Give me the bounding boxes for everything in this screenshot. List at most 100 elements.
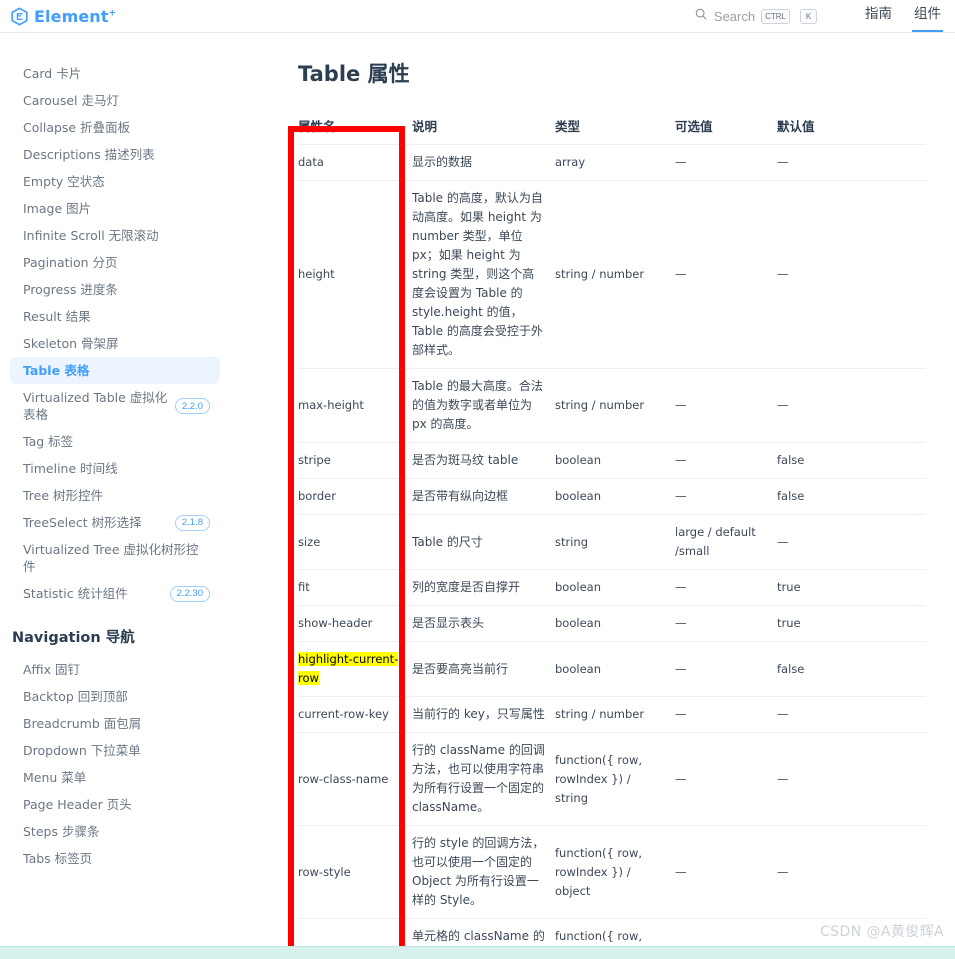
sidebar-nav-item-1[interactable]: Backtop 回到顶部 [10,683,220,710]
sidebar-item-label: Progress 进度条 [23,282,118,297]
cell-options: — [675,368,777,443]
cell-default: — [777,825,926,919]
table-row: stripe 是否为斑马纹 table boolean — false [298,442,926,479]
cell-description: 行的 className 的回调方法，也可以使用字符串为所有行设置一个固定的 c… [412,732,555,826]
sidebar-item-label: Infinite Scroll 无限滚动 [23,228,159,243]
cell-attr-name: stripe [298,442,412,479]
sidebar-item-0[interactable]: Card 卡片 [10,60,220,87]
table-row: height Table 的高度，默认为自动高度。如果 height 为 numb… [298,180,926,369]
nav-link-components[interactable]: 组件 [912,2,943,32]
header-right-cluster: Search CTRL K 指南 组件 [694,2,943,32]
brand-logo[interactable]: Element+ [10,7,116,26]
sidebar-item-1[interactable]: Carousel 走马灯 [10,87,220,114]
sidebar-nav-item-7[interactable]: Tabs 标签页 [10,845,220,872]
page-root: Element+ Search CTRL K 指南 组件 Card 卡片 Caro… [0,0,955,959]
cell-default: — [777,696,926,733]
sidebar-item-2[interactable]: Collapse 折叠面板 [10,114,220,141]
element-hexagon-logo-icon [10,6,29,26]
cell-description: Table 的尺寸 [412,514,555,570]
table-row: highlight-current-row 是否要高亮当前行 boolean — fal… [298,641,926,697]
cell-description: 是否要高亮当前行 [412,641,555,697]
sidebar-item-label: Skeleton 骨架屏 [23,336,119,351]
search-icon [694,7,708,26]
sidebar-item-8[interactable]: Progress 进度条 [10,276,220,303]
sidebar-item-13[interactable]: Tag 标签 [10,428,220,455]
nav-link-guide[interactable]: 指南 [865,2,892,31]
cell-type: string [555,514,675,570]
cell-default: true [777,605,926,642]
sidebar-item-label: TreeSelect 树形选择 [23,515,142,530]
sidebar-item-17[interactable]: Virtualized Tree 虚拟化树形控件 [10,536,220,580]
sidebar-item-18[interactable]: Statistic 统计组件 2.2.30 [10,580,220,607]
table-row: row-style 行的 style 的回调方法，也可以使用一个固定的 Objec… [298,825,926,919]
sidebar-item-label: Breadcrumb 面包屑 [23,716,142,731]
sidebar-item-6[interactable]: Infinite Scroll 无限滚动 [10,222,220,249]
sidebar-nav-item-4[interactable]: Menu 菜单 [10,764,220,791]
sidebar-nav[interactable]: Card 卡片 Carousel 走马灯 Collapse 折叠面板 Descript… [0,34,232,946]
cell-description: 单元格的 className 的回调方法，也可以使用字符串为所有单元格设置一个固… [412,918,555,946]
sidebar-item-11[interactable]: Table 表格 [10,357,220,384]
search-button[interactable]: Search CTRL K [694,7,817,26]
sidebar-nav-item-0[interactable]: Affix 固钉 [10,656,220,683]
csdn-watermark: CSDN @A黄俊辉A [820,924,944,940]
cell-description: 是否带有纵向边框 [412,478,555,515]
table-head: 属性名 说明 类型 可选值 默认值 [298,116,926,145]
sidebar-nav-item-6[interactable]: Steps 步骤条 [10,818,220,845]
cell-options: — [675,641,777,697]
sidebar-item-label: Backtop 回到顶部 [23,689,128,704]
sidebar-item-15[interactable]: Tree 树形控件 [10,482,220,509]
cell-default: false [777,478,926,515]
sidebar-item-label: Statistic 统计组件 [23,586,128,601]
sidebar-item-14[interactable]: Timeline 时间线 [10,455,220,482]
page-title: Table 属性 [298,62,410,86]
cell-options: — [675,144,777,181]
column-header-type: 类型 [555,116,675,145]
cell-description: Table 的最大高度。合法的值为数字或者单位为 px 的高度。 [412,368,555,443]
cell-attr-name: row-class-name [298,732,412,826]
sidebar-item-label: Result 结果 [23,309,91,324]
sidebar-item-12[interactable]: Virtualized Table 虚拟化表格 2.2.0 [10,384,220,428]
cell-options: — [675,825,777,919]
shortcut-key-k: K [800,8,817,24]
sidebar-nav-item-3[interactable]: Dropdown 下拉菜单 [10,737,220,764]
cell-attr-name: row-style [298,825,412,919]
sidebar-nav-item-5[interactable]: Page Header 页头 [10,791,220,818]
brand-name-text: Element [34,6,109,26]
cell-type: boolean [555,478,675,515]
cell-options: — [675,180,777,369]
sidebar-nav-item-2[interactable]: Breadcrumb 面包屑 [10,710,220,737]
version-badge: 2.2.30 [169,585,210,602]
sidebar-item-label: Page Header 页头 [23,797,132,812]
column-header-attr-name: 属性名 [298,116,412,145]
sidebar-item-16[interactable]: TreeSelect 树形选择 2.1.8 [10,509,220,536]
cell-type: boolean [555,442,675,479]
cell-type: string / number [555,696,675,733]
table-row: data 显示的数据 array — — [298,144,926,181]
cell-default: false [777,641,926,697]
sidebar-item-10[interactable]: Skeleton 骨架屏 [10,330,220,357]
cell-type: array [555,144,675,181]
sidebar-item-label: Carousel 走马灯 [23,93,119,108]
cell-description: 是否为斑马纹 table [412,442,555,479]
sidebar-item-label: Collapse 折叠面板 [23,120,131,135]
table-header-row: 属性名 说明 类型 可选值 默认值 [298,116,926,145]
sidebar-item-9[interactable]: Result 结果 [10,303,220,330]
sidebar-item-4[interactable]: Empty 空状态 [10,168,220,195]
brand-name: Element+ [34,7,116,26]
sidebar-item-label: Image 图片 [23,201,92,216]
sidebar-item-label: Tree 树形控件 [23,488,104,503]
cell-attr-name: border [298,478,412,515]
sidebar-item-5[interactable]: Image 图片 [10,195,220,222]
version-badge: 2.2.0 [174,398,210,414]
column-header-default: 默认值 [777,116,926,145]
shortcut-key-ctrl: CTRL [761,8,790,24]
bottom-strip [0,946,955,959]
sidebar-item-label: Timeline 时间线 [23,461,118,476]
cell-default: — [777,180,926,369]
sidebar-item-3[interactable]: Descriptions 描述列表 [10,141,220,168]
cell-type: string / number [555,368,675,443]
cell-type: string / number [555,180,675,369]
sidebar-item-7[interactable]: Pagination 分页 [10,249,220,276]
table-row: fit 列的宽度是否自撑开 boolean — true [298,569,926,606]
cell-type: function({ row, rowIndex }) / object [555,825,675,919]
